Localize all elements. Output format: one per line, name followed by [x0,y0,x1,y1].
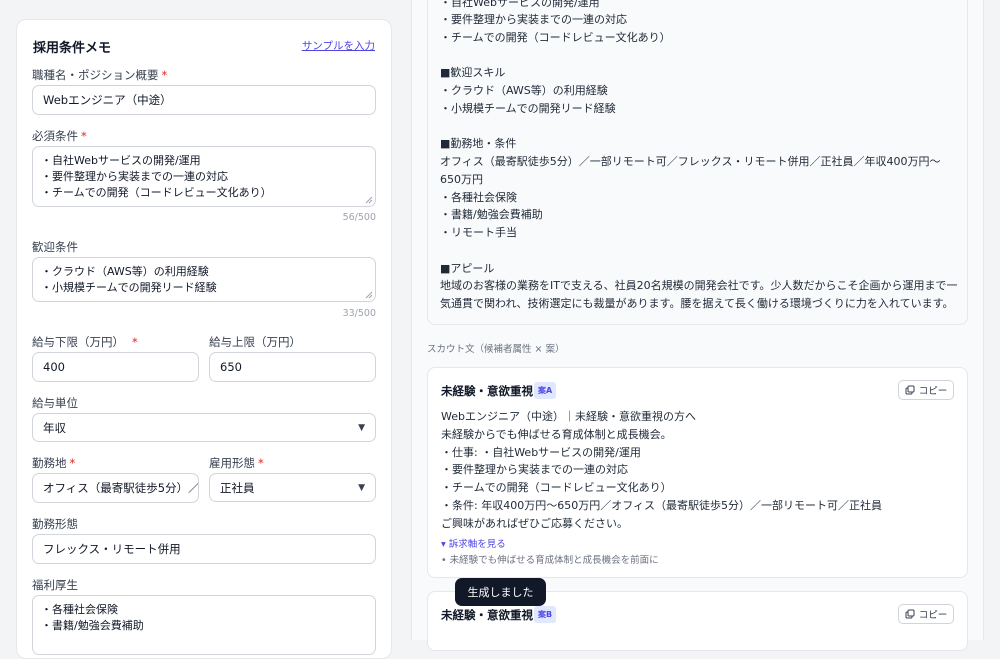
jd-heading: ■アピール [440,262,495,275]
requirements-char-counter: 56/500 [342,212,376,223]
salary-unit-value: 年収 [43,420,66,435]
preferred-textarea[interactable]: ・クラウド（AWS等）の利用経験 ・小規模チームでの開発リード経験 [32,257,376,302]
jd-line: ・チームでの開発（コードレビュー文化あり） [440,31,671,44]
scout-card: 未経験・意欲重視 案A コピー Webエンジニア（中途）｜未経験・意欲重視の方へ… [427,367,968,578]
salary-max-input[interactable]: 650 [209,352,376,382]
resize-grip-icon[interactable] [365,291,373,299]
textarea-line: ・クラウド（AWS等）の利用経験 [41,265,209,278]
salary-unit-select[interactable]: 年収 ▼ [32,413,376,442]
copy-label: コピー [918,610,948,621]
chevron-down-icon: ▼ [358,422,365,433]
jd-line: オフィス（最寄駅徒歩5分）／一部リモート可／フレックス・リモート併用／正社員／年… [440,155,941,168]
jd-line: ・リモート手当 [440,226,517,239]
variant-badge: 案A [534,382,557,399]
copy-label: コピー [918,386,948,397]
appeal-axis-item: • 未経験でも伸ばせる育成体制と成長機会を前面に [441,555,659,566]
required-mark: * [258,456,264,470]
copy-icon [905,609,915,619]
employment-type-value: 正社員 [220,480,255,495]
textarea-line: ・自社Webサービスの開発/運用 [41,154,201,167]
jd-line: ・書籍/勉強会費補助 [440,208,543,221]
required-mark: * [161,68,168,82]
textarea-line: ・小規模チームでの開発リード経験 [41,281,217,294]
required-mark: * [69,456,76,470]
jd-line: ・自社Webサービスの開発/運用 [440,0,600,9]
scout-line: ご興味があればぜひご応募ください。 [441,517,628,530]
benefits-textarea[interactable]: ・各種社会保険 ・書籍/勉強会費補助 [32,595,376,655]
toast-notification: 生成しました [455,578,546,606]
scout-line: ・要件整理から実装までの一連の対応 [441,463,628,476]
scout-line: ・条件: 年収400万円〜650万円／オフィス（最寄駅徒歩5分）／一部リモート可… [441,499,882,512]
scout-title: 未経験・意欲重視 [441,608,533,622]
copy-button[interactable]: コピー [898,380,954,400]
job-title-input[interactable]: Webエンジニア（中途） [32,85,376,115]
requirements-textarea[interactable]: ・自社Webサービスの開発/運用 ・要件整理から実装までの一連の対応 ・チームで… [32,146,376,207]
jd-heading: ■勤務地・条件 [440,137,517,150]
scout-line: Webエンジニア（中途）｜未経験・意欲重視の方へ [441,410,696,423]
preferred-char-counter: 33/500 [342,308,376,319]
chevron-down-icon: ▼ [358,482,365,493]
work-style-input[interactable]: フレックス・リモート併用 [32,534,376,564]
card-title: 採用条件メモ [33,41,112,56]
scout-line: ・仕事: ・自社Webサービスの開発/運用 [441,446,641,459]
location-label: 勤務地 * [32,456,76,470]
benefits-label: 福利厚生 [32,578,78,592]
salary-min-input[interactable]: 400 [32,352,199,382]
scout-line: ・チームでの開発（コードレビュー文化あり） [441,481,672,494]
textarea-line: ・要件整理から実装までの一連の対応 [41,170,228,183]
textarea-line: ・書籍/勉強会費補助 [41,619,144,632]
jd-line: 650万円 [440,173,483,186]
fill-sample-link[interactable]: サンプルを入力 [302,38,375,53]
jd-line: ・小規模チームでの開発リード経験 [440,102,616,115]
scout-line: 未経験からでも伸ばせる育成体制と成長機会。 [441,428,672,441]
textarea-line: ・各種社会保険 [41,603,118,616]
resize-grip-icon[interactable] [365,196,373,204]
appeal-axis-toggle[interactable]: ▾ 訴求軸を見る [441,536,506,550]
salary-unit-label: 給与単位 [32,396,78,410]
job-title-label: 職種名・ポジション概要 * [32,68,168,82]
jd-line: 気通貫で関われ、技術選定にも裁量があります。腰を据えて長く働ける環境づくりに力を… [440,297,954,310]
copy-icon [905,385,915,395]
employment-type-label: 雇用形態 * [209,456,264,470]
jd-line: ・各種社会保険 [440,191,517,204]
salary-max-label: 給与上限（万円） [209,335,301,349]
salary-min-label: 給与下限（万円） * [32,335,138,349]
required-mark: * [132,335,138,349]
textarea-line: ・チームでの開発（コードレビュー文化あり） [41,186,272,199]
jd-line: ・クラウド（AWS等）の利用経験 [440,84,608,97]
variant-badge: 案B [534,606,557,623]
work-style-label: 勤務形態 [32,517,78,531]
location-input[interactable]: オフィス（最寄駅徒歩5分）／ [32,473,199,503]
employment-type-select[interactable]: 正社員 ▼ [209,473,376,502]
required-mark: * [81,129,87,143]
scout-section-label: スカウト文（候補者属性 × 案） [427,344,565,355]
preferred-label: 歓迎条件 [32,240,78,254]
scout-title: 未経験・意欲重視 [441,384,533,398]
copy-button[interactable]: コピー [898,604,954,624]
requirements-label: 必須条件 * [32,129,87,143]
jd-line: ・要件整理から実装までの一連の対応 [440,13,627,26]
jd-line: 地域のお客様の業務をITで支える、社員20名規模の開発会社です。少人数だからこそ… [440,279,958,292]
jd-heading: ■歓迎スキル [440,66,506,79]
